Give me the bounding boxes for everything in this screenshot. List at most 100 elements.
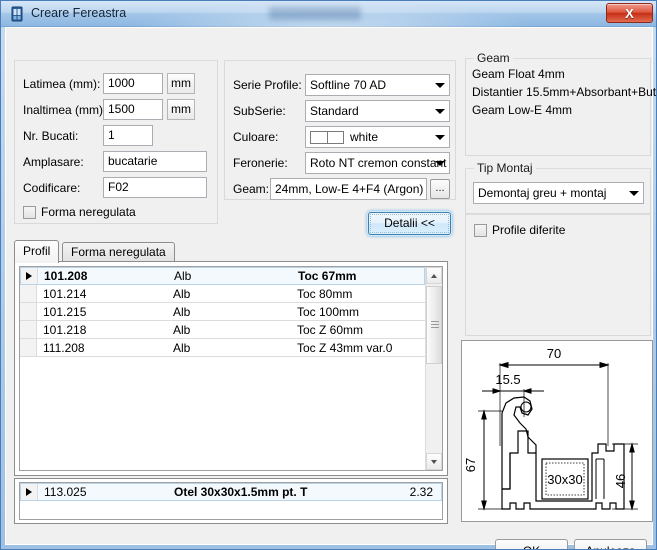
label-subserie: SubSerie: — [233, 104, 286, 118]
feronerie-combo[interactable]: Roto NT cremon constant — [305, 152, 450, 174]
cell-desc: Toc 100mm — [297, 304, 360, 319]
geam-info-group: Geam Geam Float 4mm Distantier 15.5mm+Ab… — [465, 51, 656, 156]
tip-montaj-combo[interactable]: Demontaj greu + montaj — [473, 182, 644, 204]
serie-profile-combo[interactable]: Softline 70 AD — [305, 74, 450, 96]
cell-color: Alb — [173, 340, 191, 355]
profile-diferite-label: Profile diferite — [492, 223, 566, 237]
nr-bucati-input[interactable]: 1 — [103, 125, 153, 146]
dim-right-label: 46 — [613, 474, 628, 488]
cancel-button[interactable]: Anuleaza — [574, 539, 647, 549]
cell-desc: Toc Z 43mm var.0 — [297, 340, 393, 355]
forma-neregulata-checkbox[interactable]: Forma neregulata — [23, 205, 136, 219]
tip-montaj-title: Tip Montaj — [474, 161, 536, 175]
create-window-dialog: Creare Fereastra X Latimea (mm): Inaltim… — [0, 0, 657, 550]
steel-size-label: 30x30 — [547, 472, 582, 487]
chevron-down-icon[interactable] — [431, 75, 449, 95]
scrollbar-thumb[interactable] — [426, 286, 442, 364]
cell-code: 113.025 — [44, 485, 87, 499]
label-culoare: Culoare: — [233, 130, 279, 144]
table-row[interactable]: 113.025 Otel 30x30x1.5mm pt. T 2.32 — [20, 483, 442, 501]
cell-code: 101.218 — [43, 322, 87, 337]
reinforcement-grid-inner: 113.025 Otel 30x30x1.5mm pt. T 2.32 — [19, 482, 443, 520]
latimea-input[interactable]: 1000 — [103, 73, 163, 94]
table-row[interactable]: 111.208 Alb Toc Z 43mm var.0 — [20, 339, 425, 357]
inaltimea-unit: mm — [167, 99, 195, 120]
label-nr-bucati: Nr. Bucati: — [23, 129, 79, 143]
tip-montaj-group: Tip Montaj Demontaj greu + montaj — [465, 161, 651, 214]
profile-grid-rows: 101.208 Alb Toc 67mm 101.214 Alb Toc 80m… — [20, 267, 425, 357]
subserie-combo[interactable]: Standard — [305, 100, 450, 122]
geam-group-title: Geam — [474, 51, 513, 65]
row-gutter — [21, 268, 38, 284]
ok-button[interactable]: OK — [495, 539, 568, 549]
tab-page-profil: 101.208 Alb Toc 67mm 101.214 Alb Toc 80m… — [14, 261, 448, 476]
label-geam: Geam: — [233, 182, 270, 196]
grid-vertical-scrollbar[interactable] — [425, 267, 442, 470]
geam-line-1: Geam Float 4mm — [472, 67, 565, 81]
table-row[interactable]: 101.208 Alb Toc 67mm — [20, 267, 425, 285]
row-gutter — [20, 339, 37, 356]
detalii-button[interactable]: Detalii << — [368, 212, 451, 235]
row-caret-icon — [26, 272, 32, 280]
serie-profile-value: Softline 70 AD — [310, 78, 387, 92]
geam-line-2: Distantier 15.5mm+Absorbant+Butilen — [472, 85, 657, 99]
table-row[interactable]: 101.214 Alb Toc 80mm — [20, 285, 425, 303]
color-swatch-icon — [310, 131, 344, 144]
chevron-down-icon[interactable] — [431, 153, 449, 173]
cell-code: 101.214 — [43, 286, 87, 301]
dim-left-label: 67 — [463, 458, 478, 472]
title-bar[interactable]: Creare Fereastra X — [1, 1, 656, 27]
label-latimea: Latimea (mm): — [23, 77, 101, 91]
tab-forma-neregulata[interactable]: Forma neregulata — [62, 242, 175, 262]
culoare-value: white — [350, 130, 379, 144]
dialog-client-area: Latimea (mm): Inaltimea (mm): Nr. Bucati… — [5, 27, 656, 549]
cell-code: 101.215 — [43, 304, 87, 319]
scrollbar-grip-icon — [431, 321, 439, 328]
redacted-watermark — [269, 7, 361, 20]
inaltimea-input[interactable]: 1500 — [103, 99, 163, 120]
cell-value: 2.32 — [409, 485, 433, 499]
chevron-down-icon[interactable] — [431, 101, 449, 121]
label-feronerie: Feronerie: — [233, 156, 288, 170]
tip-montaj-value: Demontaj greu + montaj — [478, 186, 607, 200]
cell-desc: Toc 80mm — [297, 286, 353, 301]
geam-browse-button[interactable]: ... — [430, 179, 450, 199]
amplasare-input[interactable]: bucatarie — [103, 151, 207, 172]
geam-line-3: Geam Low-E 4mm — [472, 103, 573, 117]
row-gutter — [20, 303, 37, 320]
geam-input[interactable]: 24mm, Low-E 4+F4 (Argon) — [270, 178, 427, 200]
profile-diferite-group: Profile diferite — [465, 214, 651, 336]
profile-diferite-checkbox[interactable]: Profile diferite — [474, 223, 565, 237]
tab-profil[interactable]: Profil — [14, 240, 60, 263]
profile-grid[interactable]: 101.208 Alb Toc 67mm 101.214 Alb Toc 80m… — [19, 266, 443, 471]
reinforcement-grid[interactable]: 113.025 Otel 30x30x1.5mm pt. T 2.32 — [14, 478, 448, 524]
forma-neregulata-label: Forma neregulata — [41, 205, 136, 219]
cell-code: 101.208 — [44, 269, 88, 283]
profile-options-group: Serie Profile: SubSerie: Culoare: Ferone… — [224, 60, 456, 200]
row-gutter — [20, 285, 37, 302]
culoare-combo[interactable]: white — [305, 126, 450, 148]
table-row[interactable]: 101.215 Alb Toc 100mm — [20, 303, 425, 321]
label-codificare: Codificare: — [23, 181, 81, 195]
chevron-down-icon[interactable] — [625, 183, 643, 203]
dim-top-label: 70 — [547, 346, 561, 361]
codificare-input[interactable]: F02 — [103, 177, 207, 198]
scroll-down-button[interactable] — [426, 453, 442, 470]
scroll-up-button[interactable] — [426, 267, 442, 284]
cell-desc: Otel 30x30x1.5mm pt. T — [174, 485, 308, 499]
profile-drawing-svg: 70 15.5 67 46 30x30 — [463, 346, 638, 511]
label-serie-profile: Serie Profile: — [233, 78, 302, 92]
focus-rect — [370, 214, 449, 233]
cell-desc: Toc Z 60mm — [297, 322, 364, 337]
row-gutter — [20, 321, 37, 338]
cell-desc: Toc 67mm — [298, 269, 357, 283]
chevron-down-icon[interactable] — [431, 127, 449, 147]
feronerie-value: Roto NT cremon constant — [310, 156, 447, 170]
label-inaltimea: Inaltimea (mm): — [23, 103, 107, 117]
cell-color: Alb — [173, 286, 191, 301]
close-button[interactable]: X — [606, 3, 653, 23]
table-row[interactable]: 101.218 Alb Toc Z 60mm — [20, 321, 425, 339]
cell-code: 111.208 — [43, 340, 85, 355]
cell-color: Alb — [173, 322, 191, 337]
window-app-icon — [11, 6, 23, 22]
